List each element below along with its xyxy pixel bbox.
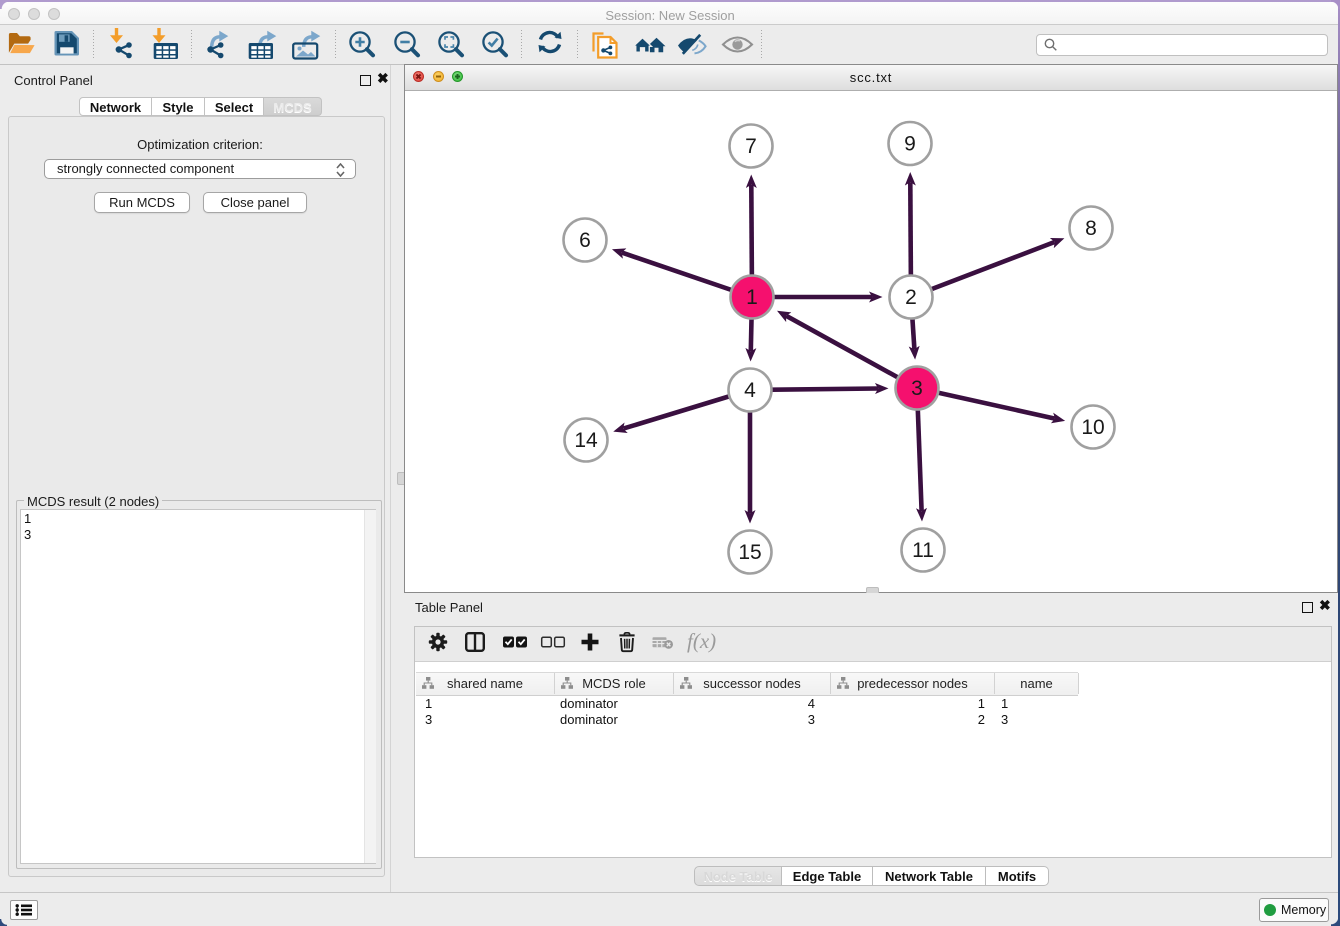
svg-text:15: 15 — [738, 541, 761, 564]
svg-text:2: 2 — [905, 286, 917, 309]
svg-text:10: 10 — [1081, 416, 1104, 439]
svg-text:3: 3 — [911, 377, 923, 400]
svg-text:4: 4 — [744, 379, 756, 402]
svg-text:11: 11 — [912, 539, 934, 562]
svg-text:7: 7 — [745, 135, 757, 158]
svg-text:9: 9 — [904, 133, 916, 156]
svg-text:8: 8 — [1085, 217, 1097, 240]
svg-text:1: 1 — [746, 286, 758, 309]
svg-text:14: 14 — [574, 429, 598, 452]
svg-text:6: 6 — [579, 229, 591, 252]
